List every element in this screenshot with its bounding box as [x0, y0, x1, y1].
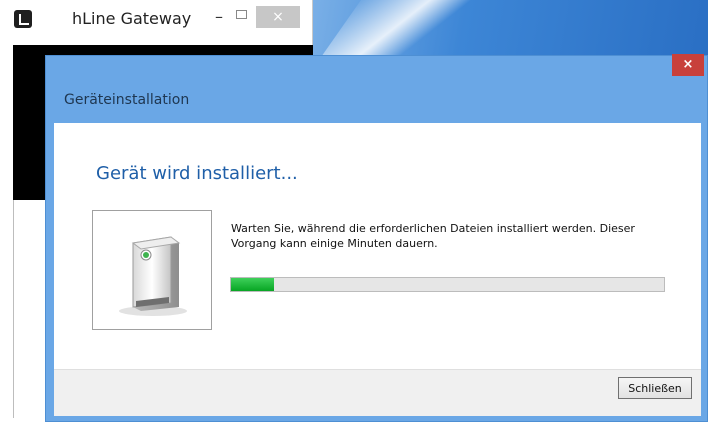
- background-window-title: hLine Gateway: [72, 9, 192, 28]
- installation-progress-bar: [230, 277, 665, 292]
- device-image-frame: [92, 210, 212, 330]
- device-installation-dialog[interactable]: × Geräteinstallation Gerät wird installi…: [45, 54, 708, 422]
- dialog-footer: Schließen: [54, 369, 701, 416]
- minimize-button[interactable]: –: [208, 6, 230, 28]
- installation-heading: Gerät wird installiert...: [96, 163, 298, 184]
- installation-message: Warten Sie, während die erforderlichen D…: [231, 222, 635, 250]
- desktop-wallpaper: [300, 0, 708, 70]
- progress-fill: [231, 278, 275, 291]
- device-icon: [119, 236, 187, 316]
- dialog-close-button[interactable]: ×: [672, 54, 704, 76]
- dialog-title: Geräteinstallation: [64, 92, 190, 108]
- app-icon: [14, 10, 32, 28]
- background-window-close-button[interactable]: ×: [256, 6, 300, 28]
- maximize-button[interactable]: [232, 6, 250, 24]
- close-button[interactable]: Schließen: [618, 377, 692, 399]
- dialog-content-panel: Gerät wird installiert... Warten Sie, wä…: [54, 123, 701, 416]
- background-window-titlebar[interactable]: hLine Gateway – ×: [0, 0, 312, 40]
- background-window-border: [13, 200, 14, 418]
